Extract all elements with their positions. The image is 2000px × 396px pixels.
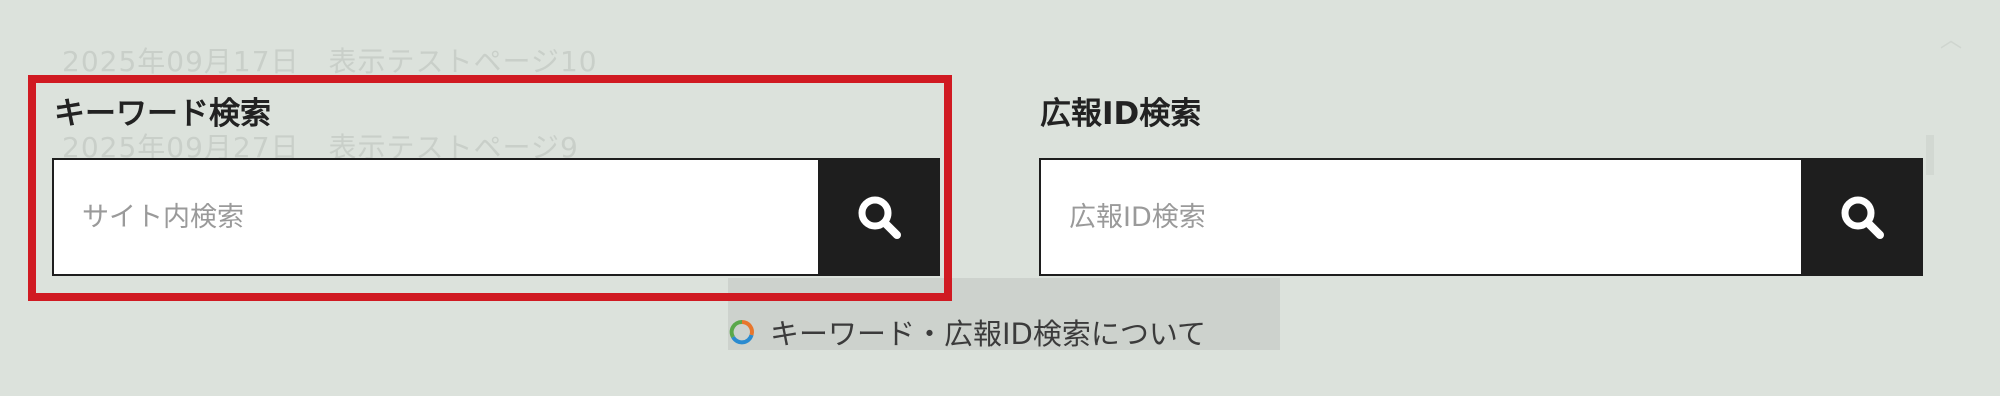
search-help-link-label: キーワード・広報ID検索について <box>770 317 1207 351</box>
keyword-search-title: キーワード検索 <box>54 96 271 132</box>
search-icon <box>1841 196 1884 239</box>
koho-id-search-title: 広報ID検索 <box>1040 96 1202 132</box>
koho-id-search-box <box>1039 158 1923 276</box>
keyword-search-box <box>52 158 940 276</box>
koho-id-search-button[interactable] <box>1801 158 1923 276</box>
ring-icon <box>729 320 754 345</box>
keyword-search-button[interactable] <box>818 158 940 276</box>
search-help-link[interactable]: キーワード・広報ID検索について <box>728 310 1206 354</box>
keyword-search-input[interactable] <box>54 160 818 274</box>
koho-id-search-input[interactable] <box>1041 160 1801 274</box>
chevron-up-icon: ︿ <box>1940 28 1963 53</box>
scrollbar-thumb <box>1926 135 1934 175</box>
search-icon <box>858 196 901 239</box>
background-ghost-text: 2025年09月17日 表示テストページ10 <box>62 45 598 78</box>
